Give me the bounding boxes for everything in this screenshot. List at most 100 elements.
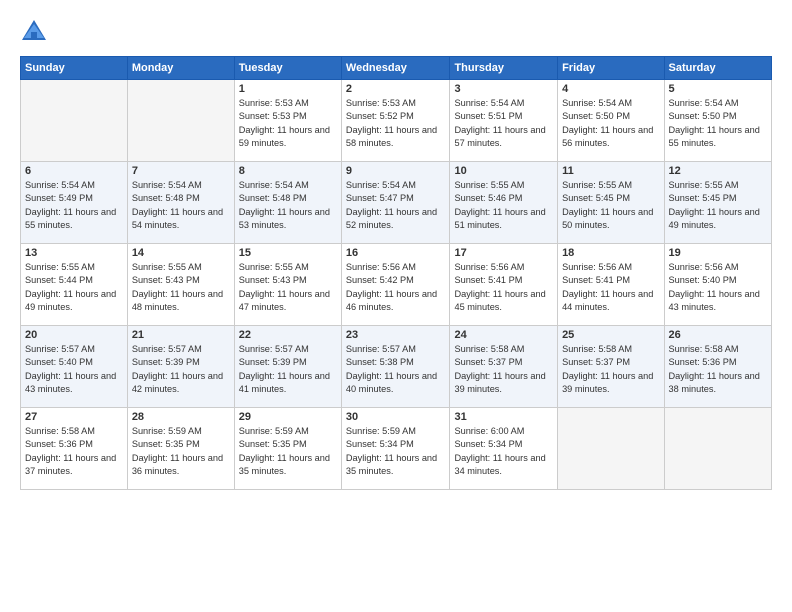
col-sunday: Sunday (21, 57, 128, 80)
calendar-week-row: 1 Sunrise: 5:53 AM Sunset: 5:53 PM Dayli… (21, 80, 772, 162)
day-number: 20 (25, 329, 123, 341)
sunrise-text: Sunrise: 5:54 AM (454, 98, 524, 108)
sunset-text: Sunset: 5:36 PM (25, 439, 93, 449)
daylight-text: Daylight: 11 hours and 49 minutes. (25, 289, 116, 312)
daylight-text: Daylight: 11 hours and 37 minutes. (25, 453, 116, 476)
daylight-text: Daylight: 11 hours and 34 minutes. (454, 453, 545, 476)
daylight-text: Daylight: 11 hours and 41 minutes. (239, 371, 330, 394)
day-info: Sunrise: 5:54 AM Sunset: 5:50 PM Dayligh… (669, 97, 767, 150)
daylight-text: Daylight: 11 hours and 46 minutes. (346, 289, 437, 312)
sunrise-text: Sunrise: 5:55 AM (454, 180, 524, 190)
sunset-text: Sunset: 5:47 PM (346, 193, 414, 203)
day-info: Sunrise: 5:55 AM Sunset: 5:46 PM Dayligh… (454, 179, 553, 232)
daylight-text: Daylight: 11 hours and 53 minutes. (239, 207, 330, 230)
day-info: Sunrise: 5:57 AM Sunset: 5:40 PM Dayligh… (25, 343, 123, 396)
table-row: 8 Sunrise: 5:54 AM Sunset: 5:48 PM Dayli… (234, 162, 341, 244)
day-info: Sunrise: 5:59 AM Sunset: 5:35 PM Dayligh… (239, 425, 337, 478)
sunrise-text: Sunrise: 5:57 AM (132, 344, 202, 354)
sunrise-text: Sunrise: 5:55 AM (25, 262, 95, 272)
daylight-text: Daylight: 11 hours and 40 minutes. (346, 371, 437, 394)
sunset-text: Sunset: 5:40 PM (669, 275, 737, 285)
table-row: 31 Sunrise: 6:00 AM Sunset: 5:34 PM Dayl… (450, 408, 558, 490)
table-row: 14 Sunrise: 5:55 AM Sunset: 5:43 PM Dayl… (127, 244, 234, 326)
day-number: 15 (239, 247, 337, 259)
sunset-text: Sunset: 5:41 PM (454, 275, 522, 285)
table-row: 19 Sunrise: 5:56 AM Sunset: 5:40 PM Dayl… (664, 244, 771, 326)
col-friday: Friday (558, 57, 664, 80)
sunset-text: Sunset: 5:42 PM (346, 275, 414, 285)
sunset-text: Sunset: 5:44 PM (25, 275, 93, 285)
sunset-text: Sunset: 5:51 PM (454, 111, 522, 121)
day-number: 26 (669, 329, 767, 341)
day-info: Sunrise: 5:58 AM Sunset: 5:37 PM Dayligh… (454, 343, 553, 396)
day-info: Sunrise: 5:54 AM Sunset: 5:48 PM Dayligh… (132, 179, 230, 232)
day-number: 14 (132, 247, 230, 259)
calendar-week-row: 13 Sunrise: 5:55 AM Sunset: 5:44 PM Dayl… (21, 244, 772, 326)
sunrise-text: Sunrise: 5:56 AM (562, 262, 632, 272)
day-info: Sunrise: 5:56 AM Sunset: 5:42 PM Dayligh… (346, 261, 446, 314)
sunset-text: Sunset: 5:46 PM (454, 193, 522, 203)
sunrise-text: Sunrise: 5:54 AM (562, 98, 632, 108)
sunset-text: Sunset: 5:43 PM (132, 275, 200, 285)
daylight-text: Daylight: 11 hours and 35 minutes. (239, 453, 330, 476)
daylight-text: Daylight: 11 hours and 54 minutes. (132, 207, 223, 230)
table-row: 3 Sunrise: 5:54 AM Sunset: 5:51 PM Dayli… (450, 80, 558, 162)
page: Sunday Monday Tuesday Wednesday Thursday… (0, 0, 792, 612)
sunrise-text: Sunrise: 5:57 AM (25, 344, 95, 354)
col-tuesday: Tuesday (234, 57, 341, 80)
col-wednesday: Wednesday (341, 57, 450, 80)
day-info: Sunrise: 5:59 AM Sunset: 5:34 PM Dayligh… (346, 425, 446, 478)
table-row: 10 Sunrise: 5:55 AM Sunset: 5:46 PM Dayl… (450, 162, 558, 244)
daylight-text: Daylight: 11 hours and 43 minutes. (25, 371, 116, 394)
sunrise-text: Sunrise: 5:59 AM (239, 426, 309, 436)
day-number: 27 (25, 411, 123, 423)
table-row: 28 Sunrise: 5:59 AM Sunset: 5:35 PM Dayl… (127, 408, 234, 490)
day-info: Sunrise: 5:53 AM Sunset: 5:52 PM Dayligh… (346, 97, 446, 150)
daylight-text: Daylight: 11 hours and 52 minutes. (346, 207, 437, 230)
sunrise-text: Sunrise: 5:57 AM (346, 344, 416, 354)
table-row: 16 Sunrise: 5:56 AM Sunset: 5:42 PM Dayl… (341, 244, 450, 326)
sunrise-text: Sunrise: 5:55 AM (132, 262, 202, 272)
day-info: Sunrise: 5:56 AM Sunset: 5:41 PM Dayligh… (562, 261, 659, 314)
day-info: Sunrise: 5:55 AM Sunset: 5:45 PM Dayligh… (562, 179, 659, 232)
daylight-text: Daylight: 11 hours and 39 minutes. (454, 371, 545, 394)
daylight-text: Daylight: 11 hours and 57 minutes. (454, 125, 545, 148)
day-number: 1 (239, 83, 337, 95)
day-info: Sunrise: 5:58 AM Sunset: 5:36 PM Dayligh… (25, 425, 123, 478)
day-info: Sunrise: 5:58 AM Sunset: 5:37 PM Dayligh… (562, 343, 659, 396)
daylight-text: Daylight: 11 hours and 58 minutes. (346, 125, 437, 148)
daylight-text: Daylight: 11 hours and 49 minutes. (669, 207, 760, 230)
sunset-text: Sunset: 5:52 PM (346, 111, 414, 121)
daylight-text: Daylight: 11 hours and 36 minutes. (132, 453, 223, 476)
daylight-text: Daylight: 11 hours and 44 minutes. (562, 289, 653, 312)
sunset-text: Sunset: 5:41 PM (562, 275, 630, 285)
table-row: 27 Sunrise: 5:58 AM Sunset: 5:36 PM Dayl… (21, 408, 128, 490)
day-number: 23 (346, 329, 446, 341)
daylight-text: Daylight: 11 hours and 45 minutes. (454, 289, 545, 312)
day-info: Sunrise: 5:54 AM Sunset: 5:47 PM Dayligh… (346, 179, 446, 232)
table-row: 12 Sunrise: 5:55 AM Sunset: 5:45 PM Dayl… (664, 162, 771, 244)
table-row: 25 Sunrise: 5:58 AM Sunset: 5:37 PM Dayl… (558, 326, 664, 408)
day-number: 10 (454, 165, 553, 177)
daylight-text: Daylight: 11 hours and 39 minutes. (562, 371, 653, 394)
sunrise-text: Sunrise: 5:56 AM (346, 262, 416, 272)
day-info: Sunrise: 5:55 AM Sunset: 5:44 PM Dayligh… (25, 261, 123, 314)
day-number: 13 (25, 247, 123, 259)
day-info: Sunrise: 5:57 AM Sunset: 5:38 PM Dayligh… (346, 343, 446, 396)
table-row: 17 Sunrise: 5:56 AM Sunset: 5:41 PM Dayl… (450, 244, 558, 326)
daylight-text: Daylight: 11 hours and 35 minutes. (346, 453, 437, 476)
table-row: 7 Sunrise: 5:54 AM Sunset: 5:48 PM Dayli… (127, 162, 234, 244)
table-row: 9 Sunrise: 5:54 AM Sunset: 5:47 PM Dayli… (341, 162, 450, 244)
sunrise-text: Sunrise: 6:00 AM (454, 426, 524, 436)
day-number: 6 (25, 165, 123, 177)
table-row: 22 Sunrise: 5:57 AM Sunset: 5:39 PM Dayl… (234, 326, 341, 408)
day-info: Sunrise: 5:54 AM Sunset: 5:49 PM Dayligh… (25, 179, 123, 232)
sunrise-text: Sunrise: 5:54 AM (669, 98, 739, 108)
day-info: Sunrise: 5:53 AM Sunset: 5:53 PM Dayligh… (239, 97, 337, 150)
daylight-text: Daylight: 11 hours and 50 minutes. (562, 207, 653, 230)
day-info: Sunrise: 5:54 AM Sunset: 5:51 PM Dayligh… (454, 97, 553, 150)
day-info: Sunrise: 5:55 AM Sunset: 5:43 PM Dayligh… (239, 261, 337, 314)
day-info: Sunrise: 5:55 AM Sunset: 5:45 PM Dayligh… (669, 179, 767, 232)
day-number: 4 (562, 83, 659, 95)
sunset-text: Sunset: 5:37 PM (454, 357, 522, 367)
